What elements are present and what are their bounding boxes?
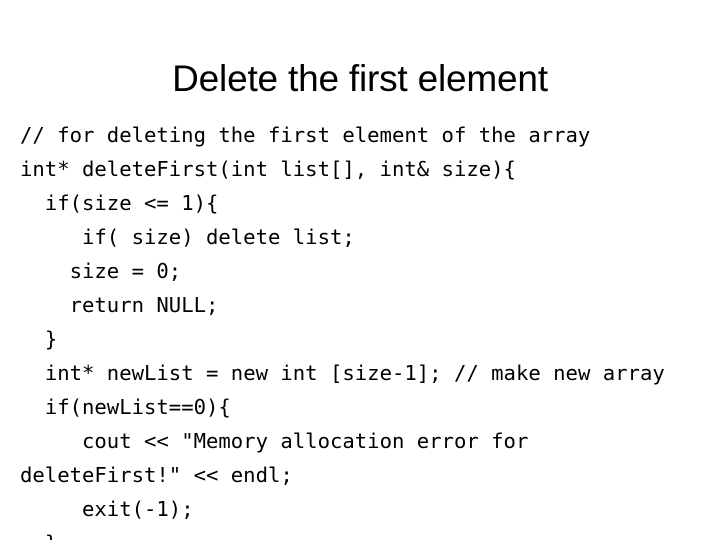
slide: Delete the first element // for deleting… <box>0 0 720 540</box>
page-title: Delete the first element <box>172 58 548 99</box>
code-line: // for deleting the first element of the… <box>20 123 591 147</box>
code-line: return NULL; <box>20 293 219 317</box>
code-line: } <box>20 327 58 351</box>
code-line: int* newList = new int [size-1]; // make… <box>20 361 665 385</box>
code-block: // for deleting the first element of the… <box>20 118 696 540</box>
code-line: if(size <= 1){ <box>20 191 219 215</box>
code-line: exit(-1); <box>20 497 194 521</box>
code-line: if(newList==0){ <box>20 395 231 419</box>
code-line: size = 0; <box>20 259 182 283</box>
code-line: } <box>20 526 696 540</box>
code-line: int* deleteFirst(int list[], int& size){ <box>20 157 516 181</box>
code-line: cout << "Memory allocation error for del… <box>20 429 541 487</box>
code-line: if( size) delete list; <box>20 225 355 249</box>
